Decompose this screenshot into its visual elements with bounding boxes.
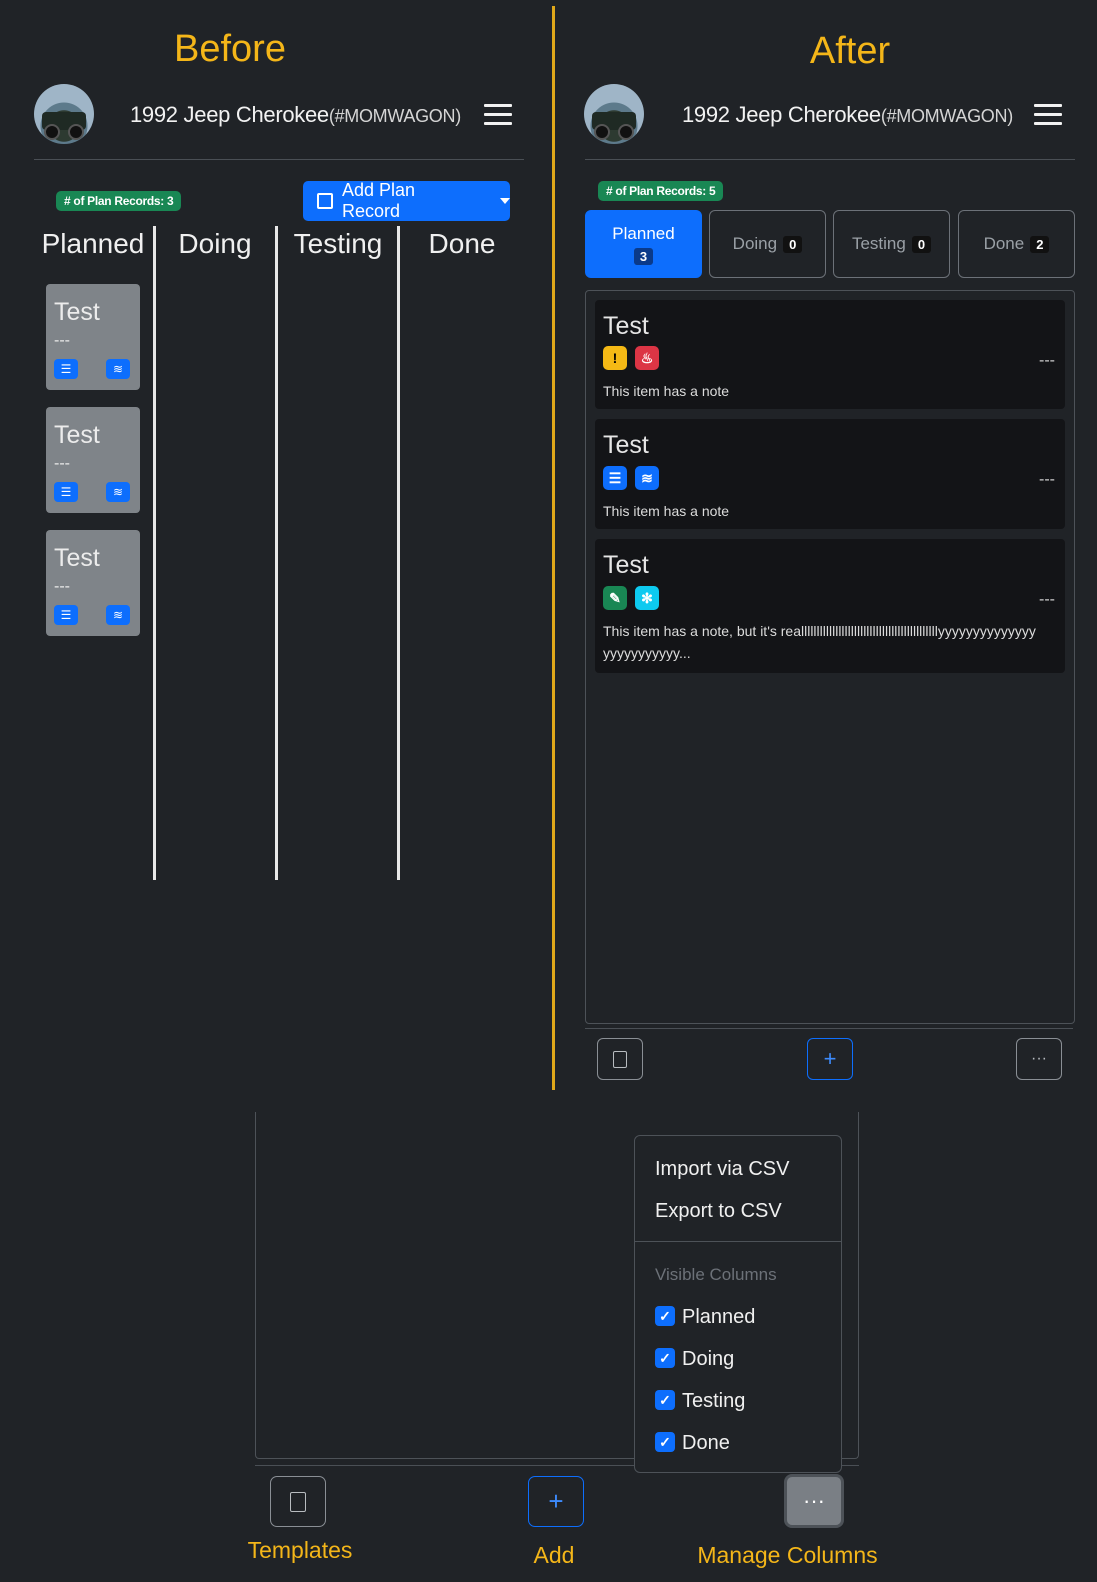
header-divider (34, 159, 524, 160)
tab-label: Done (983, 234, 1025, 253)
plan-card[interactable]: Test ☰ ≋ --- This item has a note (595, 419, 1065, 529)
vehicle-avatar[interactable] (34, 84, 94, 144)
checkbox-label-done: Done (682, 1432, 730, 1454)
water-icon: ≋ (106, 482, 130, 502)
header-divider (585, 159, 1075, 160)
tab-doing[interactable]: Doing 0 (709, 210, 826, 278)
card-title: Test (603, 312, 649, 340)
plan-card[interactable]: Test --- ☰ ≋ (46, 284, 140, 390)
card-desc: --- (54, 332, 70, 349)
card-icon: ☰ (54, 605, 78, 625)
tab-label: Planned (612, 223, 675, 243)
card-desc: --- (54, 455, 70, 472)
export-csv-item[interactable]: Export to CSV (655, 1200, 782, 1223)
column-divider (153, 226, 156, 880)
card-note: This item has a note (603, 503, 730, 519)
menu-separator (635, 1241, 841, 1242)
tab-count-badge: 2 (1030, 235, 1050, 253)
checkbox-testing[interactable]: ✓ (655, 1390, 675, 1410)
vehicle-name: 1992 Jeep Cherokee (130, 102, 329, 127)
document-icon (613, 1050, 627, 1068)
add-button-zoomed[interactable]: + (528, 1476, 584, 1527)
card-title: Test (54, 421, 100, 449)
column-header-planned: Planned (41, 228, 145, 259)
dropdown-caret-icon[interactable] (500, 198, 510, 204)
plan-card[interactable]: Test --- ☰ ≋ (46, 530, 140, 636)
card-title: Test (54, 298, 100, 326)
tab-testing[interactable]: Testing 0 (833, 210, 950, 278)
tab-label: Doing (732, 234, 778, 253)
checkbox-doing[interactable]: ✓ (655, 1348, 675, 1368)
templates-button[interactable] (597, 1038, 643, 1080)
checkbox-label-testing: Testing (682, 1390, 746, 1412)
tab-count-badge: 0 (783, 235, 803, 253)
card-note: This item has a note, but it's reallllll… (603, 623, 1036, 639)
water-icon: ≋ (106, 605, 130, 625)
after-heading: After (809, 30, 891, 72)
edit-icon (317, 193, 333, 209)
tab-planned[interactable]: Planned 3 (585, 210, 702, 278)
menu-hamburger-icon[interactable] (1034, 104, 1062, 126)
vehicle-avatar[interactable] (584, 84, 644, 144)
water-icon: ≋ (635, 466, 659, 490)
add-button[interactable]: + (807, 1038, 853, 1080)
fire-icon: ♨ (635, 346, 659, 370)
checkbox-done[interactable]: ✓ (655, 1432, 675, 1452)
plan-records-badge: # of Plan Records: 5 (598, 181, 724, 201)
add-plan-record-label: Add Plan Record (342, 180, 416, 221)
card-note-continued: yyyyyyyyyyy... (603, 645, 691, 661)
card-dash: --- (1039, 591, 1055, 608)
exclamation-icon: ! (603, 346, 627, 370)
vehicle-name: 1992 Jeep Cherokee (682, 102, 881, 127)
plan-card[interactable]: Test ! ♨ --- This item has a note (595, 300, 1065, 409)
document-icon (290, 1491, 306, 1512)
column-header-doing: Doing (178, 228, 252, 259)
before-heading: Before (174, 28, 286, 70)
checkbox-label-doing: Doing (682, 1348, 735, 1370)
vehicle-title: 1992 Jeep Cherokee(#MOMWAGON) (682, 102, 1013, 128)
tab-count-badge: 3 (633, 247, 654, 265)
card-icon: ☰ (54, 359, 78, 379)
tab-label: Testing (851, 234, 906, 253)
wrench-icon: ✎ (603, 586, 627, 610)
manage-columns-button-zoomed[interactable]: ··· (784, 1474, 844, 1528)
card-icon: ☰ (54, 482, 78, 502)
vehicle-title: 1992 Jeep Cherokee(#MOMWAGON) (130, 102, 461, 128)
snowflake-icon: ✻ (635, 586, 659, 610)
before-after-divider (552, 6, 555, 1090)
column-divider (275, 226, 278, 880)
card-title: Test (603, 551, 649, 579)
vehicle-tag: (#MOMWAGON) (328, 106, 461, 126)
caption-add: Add (533, 1542, 575, 1568)
manage-columns-button[interactable]: ··· (1016, 1038, 1062, 1080)
vehicle-tag: (#MOMWAGON) (880, 106, 1013, 126)
visible-columns-header: Visible Columns (655, 1265, 777, 1284)
panel-footer-divider (585, 1028, 1073, 1029)
card-title: Test (54, 544, 100, 572)
card-title: Test (603, 431, 649, 459)
column-header-testing: Testing (293, 228, 383, 259)
card-icon: ☰ (603, 466, 627, 490)
card-desc: --- (54, 578, 70, 595)
water-icon: ≋ (106, 359, 130, 379)
plan-card[interactable]: Test --- ☰ ≋ (46, 407, 140, 513)
plan-records-badge: # of Plan Records: 3 (56, 191, 182, 211)
column-header-done: Done (428, 228, 496, 259)
templates-button-zoomed[interactable] (270, 1476, 326, 1527)
plan-card[interactable]: Test ✎ ✻ --- This item has a note, but i… (595, 539, 1065, 673)
menu-hamburger-icon[interactable] (484, 104, 512, 126)
manage-columns-dropdown: Import via CSV Export to CSV Visible Col… (634, 1135, 842, 1473)
checkbox-planned[interactable]: ✓ (655, 1306, 675, 1326)
card-dash: --- (1039, 471, 1055, 488)
card-dash: --- (1039, 352, 1055, 369)
tab-done[interactable]: Done 2 (958, 210, 1075, 278)
add-plan-record-button[interactable]: Add Plan Record (303, 180, 510, 221)
import-csv-item[interactable]: Import via CSV (655, 1158, 789, 1181)
tab-count-badge: 0 (911, 235, 932, 253)
caption-manage-columns: Manage Columns (697, 1542, 878, 1568)
caption-templates: Templates (247, 1537, 353, 1563)
checkbox-label-planned: Planned (682, 1306, 756, 1328)
card-note: This item has a note (603, 383, 730, 399)
column-divider (397, 226, 400, 880)
